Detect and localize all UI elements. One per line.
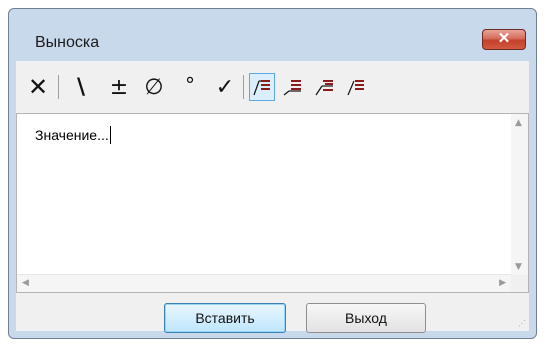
vertical-scrollbar[interactable]: ▲ ▼	[511, 114, 528, 276]
scroll-right-icon[interactable]: ▶	[499, 278, 506, 288]
leader-line-icon	[347, 80, 364, 96]
check-icon[interactable]: ✓	[212, 73, 238, 101]
resize-grip-icon[interactable]: ⋰	[518, 319, 526, 328]
scroll-down-icon[interactable]: ▼	[515, 262, 522, 272]
toolbar-separator	[243, 75, 244, 99]
degree-icon[interactable]: °	[178, 73, 202, 101]
horizontal-scrollbar[interactable]: ◀ ▶	[17, 274, 511, 292]
plus-minus-icon[interactable]: ±	[106, 73, 132, 101]
close-icon: ✕	[497, 30, 511, 47]
diameter-icon[interactable]: ∅	[140, 73, 168, 101]
text-caret	[109, 126, 111, 144]
backslash-icon[interactable]: \	[70, 73, 92, 101]
align-left-leader-icon[interactable]	[249, 73, 275, 101]
window-title: Выноска	[35, 34, 100, 51]
value-text[interactable]: Значение...	[35, 126, 111, 144]
close-button[interactable]: ✕	[482, 29, 526, 50]
callout-dialog: Выноска ✕ ✕ \ ± ∅ ° ✓ Значение... ▲ ▼ ◀ …	[8, 8, 537, 339]
scroll-up-icon[interactable]: ▲	[515, 118, 522, 128]
align-top-leader-icon[interactable]	[344, 73, 370, 101]
dialog-body: ✕ \ ± ∅ ° ✓ Значение... ▲ ▼ ◀ ▶ Вставить…	[16, 61, 529, 333]
align-bottom-leader-icon[interactable]	[280, 73, 306, 101]
leader-line-icon	[283, 80, 301, 96]
symbol-toolbar: ✕ \ ± ∅ ° ✓	[16, 61, 529, 113]
exit-button[interactable]: Выход	[306, 303, 426, 333]
title-bar[interactable]: Выноска ✕	[9, 9, 536, 65]
toolbar-separator	[58, 75, 59, 99]
leader-line-icon	[315, 80, 333, 96]
leader-line-icon	[253, 80, 270, 96]
value-editor[interactable]: Значение... ▲ ▼ ◀ ▶	[16, 113, 529, 293]
scroll-left-icon[interactable]: ◀	[22, 278, 29, 288]
insert-button[interactable]: Вставить	[164, 303, 286, 333]
align-middle-leader-icon[interactable]	[312, 73, 338, 101]
delete-icon[interactable]: ✕	[26, 73, 50, 101]
scrollbar-corner	[511, 275, 528, 292]
